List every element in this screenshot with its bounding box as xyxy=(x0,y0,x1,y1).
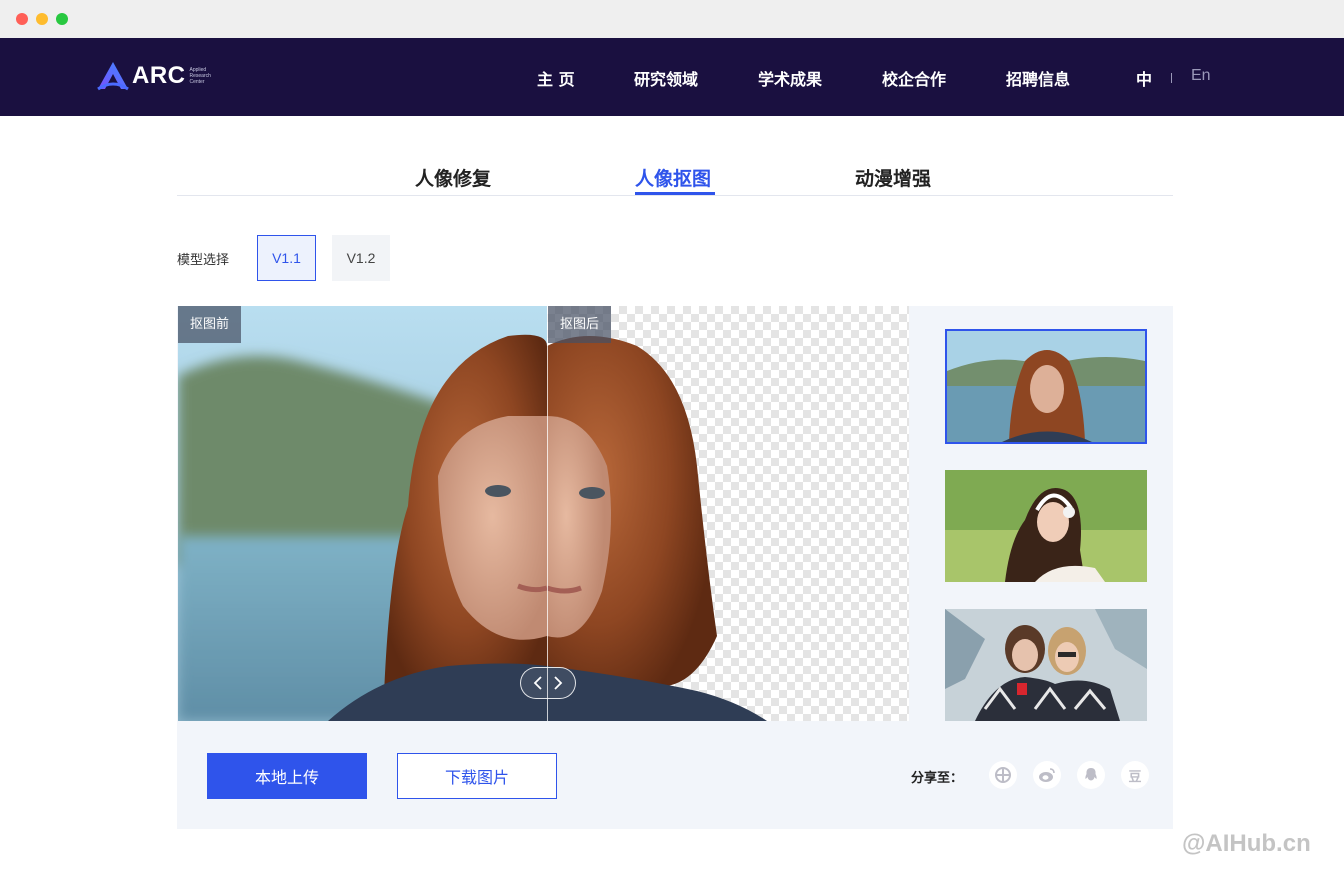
sample-thumbnail-3[interactable] xyxy=(945,609,1147,721)
arc-logo-mark-icon xyxy=(97,62,129,91)
language-chinese[interactable]: 中 xyxy=(1136,66,1152,90)
window-close-button[interactable] xyxy=(16,13,28,25)
portrait-photo-before xyxy=(178,306,547,721)
weibo-share-icon[interactable] xyxy=(1033,761,1061,789)
window-titlebar xyxy=(0,0,1344,38)
language-divider xyxy=(1171,73,1172,83)
nav-item-home[interactable]: 主 页 xyxy=(537,66,575,90)
arc-logo[interactable]: ARC Applied Research Center xyxy=(96,60,211,92)
sample-thumbnail-1[interactable] xyxy=(945,329,1147,444)
model-select-label: 模型选择 xyxy=(177,253,230,268)
nav-item-cooperation[interactable]: 校企合作 xyxy=(882,66,946,90)
portrait-cutout-after xyxy=(547,336,767,721)
qq-icon xyxy=(1085,768,1097,781)
chevron-right-icon xyxy=(554,676,563,690)
tab-portrait-matting[interactable]: 人像抠图 xyxy=(635,164,711,191)
douban-icon: 豆 xyxy=(1128,769,1142,785)
nav-item-careers[interactable]: 招聘信息 xyxy=(1006,66,1070,90)
watermark: @AIHub.cn xyxy=(1182,830,1311,857)
share-label: 分享至： xyxy=(911,771,964,786)
language-english[interactable]: En xyxy=(1191,67,1211,85)
wechat-moments-share-icon[interactable] xyxy=(989,761,1017,789)
weibo-icon xyxy=(1039,768,1055,782)
model-version-v1-1-button[interactable]: V1.1 xyxy=(257,235,316,281)
top-navigation-bar: ARC Applied Research Center 主 页 研究领域 学术成… xyxy=(0,38,1344,116)
sample-photo-girl-headphones xyxy=(945,470,1147,582)
douban-share-icon[interactable]: 豆 xyxy=(1121,761,1149,789)
after-label: 抠图后 xyxy=(548,306,612,343)
wechat-moments-icon xyxy=(995,767,1011,783)
chevron-left-icon xyxy=(533,676,542,690)
sample-thumbnail-2[interactable] xyxy=(945,470,1147,582)
before-image xyxy=(178,306,547,721)
active-tab-indicator xyxy=(635,192,715,195)
tab-anime-enhancement[interactable]: 动漫增强 xyxy=(855,164,931,191)
qq-share-icon[interactable] xyxy=(1077,761,1105,789)
function-tabs: 人像修复 人像抠图 动漫增强 xyxy=(177,160,1173,196)
window-minimize-button[interactable] xyxy=(36,13,48,25)
local-upload-button[interactable]: 本地上传 xyxy=(207,753,367,799)
before-label: 抠图前 xyxy=(178,306,242,343)
logo-subtitle-line: Center xyxy=(189,79,205,85)
sample-photo-redhead xyxy=(947,331,1145,442)
after-image xyxy=(547,306,909,721)
nav-item-publications[interactable]: 学术成果 xyxy=(758,66,822,90)
matting-workspace: 抠图前 抠图后 本地上传 下载图片 分享至： 豆 xyxy=(177,306,1173,829)
window-zoom-button[interactable] xyxy=(56,13,68,25)
tab-portrait-restoration[interactable]: 人像修复 xyxy=(415,164,491,191)
logo-text: ARC xyxy=(132,62,186,89)
comparison-divider-line xyxy=(547,306,548,721)
download-image-button[interactable]: 下载图片 xyxy=(397,753,557,799)
before-after-comparison[interactable]: 抠图前 抠图后 xyxy=(178,306,909,721)
comparison-slider-handle[interactable] xyxy=(520,667,576,699)
sample-photo-two-friends xyxy=(945,609,1147,721)
nav-item-research[interactable]: 研究领域 xyxy=(634,66,698,90)
model-version-v1-2-button[interactable]: V1.2 xyxy=(332,235,390,281)
logo-subtitle: Applied Research Center xyxy=(190,67,211,85)
